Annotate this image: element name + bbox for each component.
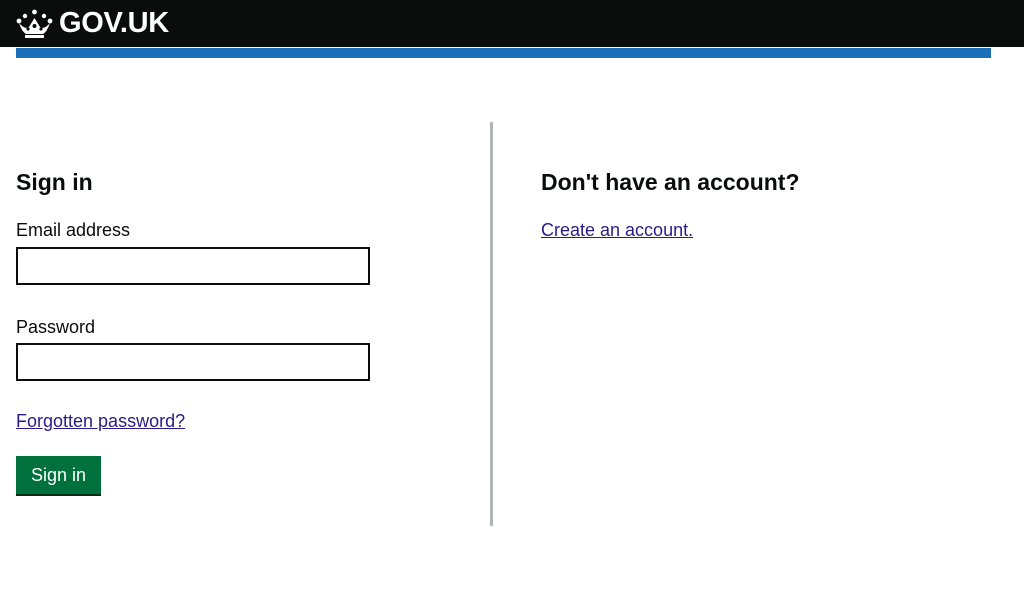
email-input[interactable] [16,247,370,285]
email-label: Email address [16,220,131,240]
password-input[interactable] [16,343,370,381]
password-label: Password [16,317,96,337]
crown-icon [16,9,53,38]
header-logo-link[interactable]: GOV.UK [16,0,169,47]
create-account-link[interactable]: Create an account. [541,218,693,243]
forgotten-password-link[interactable]: Forgotten password? [16,409,185,434]
sign-in-button[interactable]: Sign in [16,456,101,494]
logo-text[interactable]: GOV.UK [59,9,169,38]
create-account-heading: Don't have an account? [541,169,800,195]
site-header: GOV.UK [0,0,1024,48]
service-accent-bar [16,48,991,58]
sign-in-heading: Sign in [16,169,93,195]
sign-in-section: Sign in Email address Password Forgotten… [16,122,493,526]
